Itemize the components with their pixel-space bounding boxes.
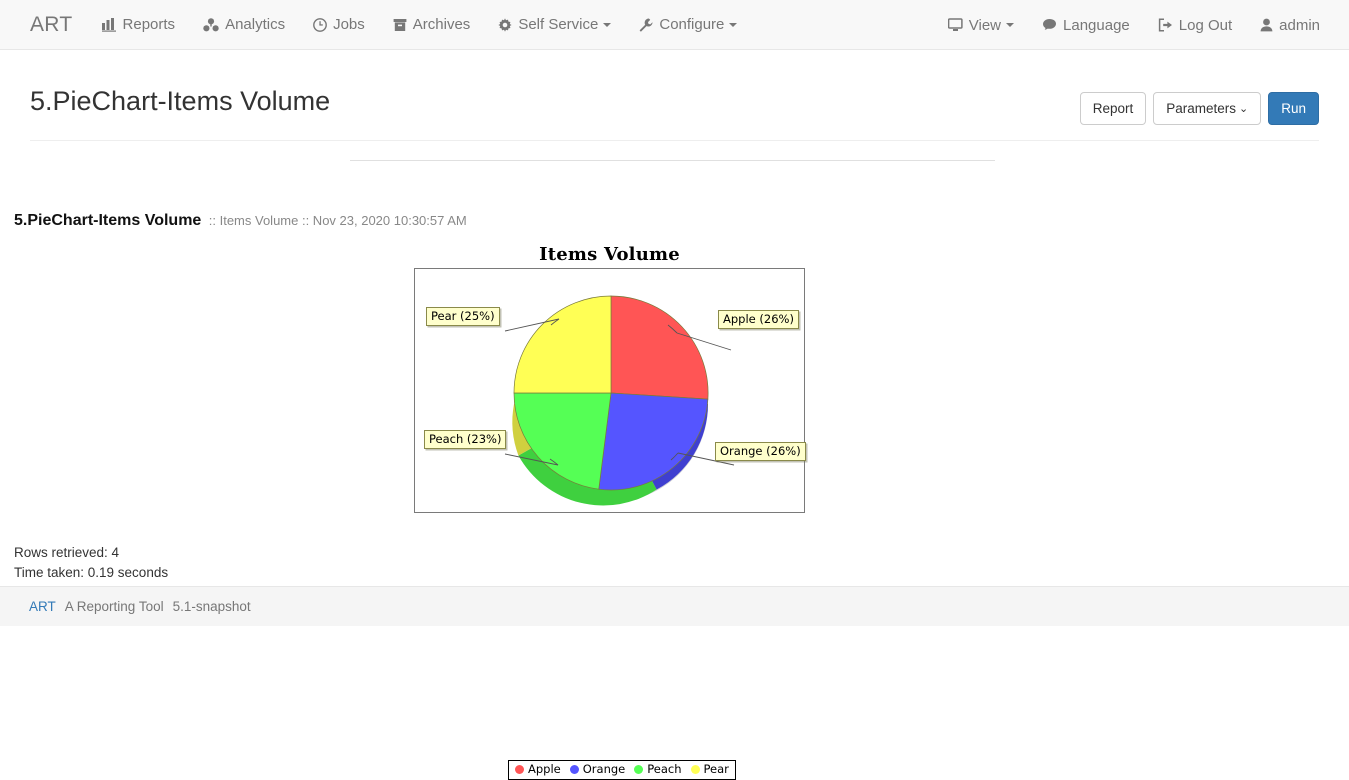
parameters-button-label: Parameters bbox=[1166, 101, 1237, 116]
legend-swatch-icon bbox=[634, 764, 644, 774]
nav-right-group: View Language Log Out admin bbox=[934, 0, 1334, 50]
brand-art[interactable]: ART bbox=[15, 0, 88, 50]
desktop-icon bbox=[947, 18, 963, 32]
legend-swatch-icon bbox=[569, 764, 579, 774]
legend-label: Pear bbox=[703, 762, 729, 776]
page-container: 5.PieChart-Items Volume Report Parameter… bbox=[0, 86, 1349, 141]
nav-item-label: Log Out bbox=[1178, 16, 1233, 34]
legend-item-peach: Peach bbox=[634, 762, 682, 776]
nav-item-label: admin bbox=[1279, 16, 1320, 34]
nav-item-admin-user[interactable]: admin bbox=[1246, 0, 1334, 50]
nav-item-label: Reports bbox=[122, 16, 176, 33]
pie-slice-orange bbox=[598, 392, 709, 491]
chart-plot-frame: Pear (25%) Apple (26%) Peach (23%) Orang… bbox=[414, 268, 806, 513]
legend-label: Orange bbox=[582, 762, 626, 776]
clock-icon bbox=[313, 17, 327, 32]
nav-item-archives[interactable]: Archives bbox=[379, 0, 485, 50]
user-icon bbox=[1260, 18, 1273, 32]
legend-swatch-icon bbox=[515, 764, 524, 774]
pie-slices bbox=[513, 295, 709, 491]
nav-item-label: Jobs bbox=[333, 16, 365, 33]
report-button[interactable]: Report bbox=[1079, 92, 1147, 126]
chevron-down-icon bbox=[1006, 23, 1015, 27]
nav-item-label: Archives bbox=[412, 16, 471, 33]
report-divider bbox=[350, 160, 995, 162]
legend-item-orange: Orange bbox=[569, 762, 626, 776]
nav-item-reports[interactable]: Reports bbox=[88, 0, 190, 50]
report-header: 5.PieChart-Items Volume :: Items Volume … bbox=[14, 212, 467, 230]
report-stats: Rows retrieved: 4 Time taken: 0.19 secon… bbox=[14, 543, 168, 583]
pie-slice-apple bbox=[610, 295, 709, 400]
footer-tagline: A Reporting Tool bbox=[64, 599, 164, 614]
page-header: 5.PieChart-Items Volume Report Parameter… bbox=[30, 86, 1319, 141]
nav-item-label: Language bbox=[1063, 16, 1130, 34]
nav-item-jobs[interactable]: Jobs bbox=[299, 0, 379, 50]
page-footer: ART A Reporting Tool 5.1-snapshot bbox=[0, 586, 1349, 626]
nav-item-self-service[interactable]: Self Service bbox=[484, 0, 625, 50]
pie-slice-pear bbox=[513, 295, 612, 394]
legend-item-pear: Pear bbox=[690, 762, 729, 776]
chevron-down-icon: ⌄ bbox=[1239, 103, 1249, 115]
sign-out-icon bbox=[1158, 18, 1173, 32]
run-button[interactable]: Run bbox=[1268, 92, 1319, 126]
nav-item-label: View bbox=[968, 16, 1002, 34]
report-meta: :: Items Volume :: Nov 23, 2020 10:30:57… bbox=[208, 213, 467, 228]
pie-label-peach: Peach (23%) bbox=[424, 430, 507, 450]
parameters-button[interactable]: Parameters ⌄ bbox=[1153, 92, 1262, 126]
bar-chart-icon bbox=[101, 17, 117, 32]
nav-item-analytics[interactable]: Analytics bbox=[189, 0, 299, 50]
wrench-icon bbox=[639, 18, 653, 32]
nav-item-view[interactable]: View bbox=[934, 0, 1028, 50]
nav-item-configure[interactable]: Configure bbox=[625, 0, 751, 50]
chart-title: Items Volume bbox=[539, 244, 680, 265]
nav-list: Reports Analytics Jobs Archives Self Ser… bbox=[88, 0, 752, 50]
legend-swatch-icon bbox=[690, 764, 700, 774]
footer-version: 5.1-snapshot bbox=[172, 599, 251, 614]
chart-area: Items Volume Pear (25%) Apple (26%) Peac… bbox=[0, 240, 1349, 780]
pie-label-orange: Orange (26%) bbox=[715, 442, 806, 462]
chart-legend: Apple Orange Peach Pear bbox=[508, 760, 736, 780]
rows-retrieved: Rows retrieved: 4 bbox=[14, 545, 120, 560]
legend-item-apple: Apple bbox=[515, 763, 561, 776]
top-navbar: ART Reports Analytics Jobs Archives Self… bbox=[0, 0, 1349, 50]
chevron-down-icon bbox=[603, 22, 612, 27]
divider-line bbox=[350, 160, 995, 161]
nav-item-log-out[interactable]: Log Out bbox=[1144, 0, 1246, 50]
legend-label: Apple bbox=[528, 762, 561, 776]
nav-item-label: Configure bbox=[659, 16, 725, 33]
page-action-buttons: Report Parameters ⌄ Run bbox=[1079, 92, 1319, 126]
comment-icon bbox=[1042, 18, 1057, 32]
pie-slice-peach bbox=[513, 392, 612, 490]
time-taken: Time taken: 0.19 seconds bbox=[14, 565, 169, 580]
gear-icon bbox=[498, 17, 512, 32]
pie-label-apple: Apple (26%) bbox=[718, 310, 799, 330]
archive-icon bbox=[393, 18, 407, 32]
report-name: 5.PieChart-Items Volume bbox=[14, 212, 202, 229]
nav-item-label: Self Service bbox=[518, 16, 599, 33]
pie-chart-svg bbox=[504, 295, 735, 506]
legend-label: Peach bbox=[647, 762, 682, 776]
nav-item-language[interactable]: Language bbox=[1028, 0, 1144, 50]
nav-list-right: View Language Log Out admin bbox=[934, 0, 1334, 50]
nav-item-label: Analytics bbox=[225, 16, 286, 33]
pie-label-pear: Pear (25%) bbox=[426, 307, 500, 327]
footer-brand-link[interactable]: ART bbox=[29, 599, 56, 614]
cubes-icon bbox=[203, 17, 219, 32]
chevron-down-icon bbox=[729, 22, 738, 27]
